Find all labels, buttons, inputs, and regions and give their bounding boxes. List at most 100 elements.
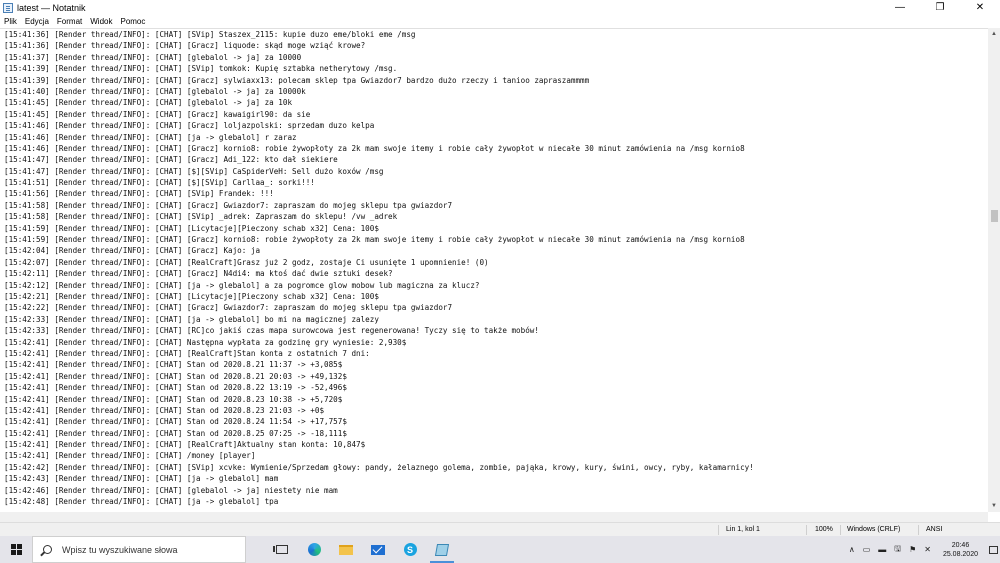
text-editor-area[interactable]: [15:41:36] [Render thread/INFO]: [CHAT] … <box>0 28 988 513</box>
log-line: [15:41:56] [Render thread/INFO]: [CHAT] … <box>4 189 274 199</box>
log-line: [15:42:33] [Render thread/INFO]: [CHAT] … <box>4 314 379 324</box>
taskbar-notepad[interactable] <box>426 536 458 563</box>
task-view-icon <box>273 545 288 554</box>
cursor-position: Lin 1, kol 1 <box>726 526 760 533</box>
log-line: [15:41:36] [Render thread/INFO]: [CHAT] … <box>4 41 366 51</box>
vertical-scrollbar[interactable]: ▲ ▼ <box>988 28 1000 512</box>
tray-app-icon[interactable]: ▭ <box>863 545 871 554</box>
scrollbar-thumb[interactable] <box>991 210 998 222</box>
menu-format[interactable]: Format <box>53 17 86 26</box>
encoding: ANSI <box>926 526 943 533</box>
notepad-icon <box>3 2 13 13</box>
start-button[interactable] <box>0 536 32 563</box>
menu-bar: Plik Edycja Format Widok Pomoc <box>0 15 1000 28</box>
mail-icon <box>371 544 385 555</box>
log-line: [15:41:46] [Render thread/INFO]: [CHAT] … <box>4 143 745 153</box>
log-line: [15:41:58] [Render thread/INFO]: [CHAT] … <box>4 212 398 222</box>
search-placeholder: Wpisz tu wyszukiwane słowa <box>62 544 178 555</box>
close-button[interactable]: ✕ <box>960 0 1000 15</box>
taskbar: Wpisz tu wyszukiwane słowa S ∧ ▭ ▬ 🖫 ⚑ ✕… <box>0 536 1000 563</box>
log-line: [15:41:45] [Render thread/INFO]: [CHAT] … <box>4 109 311 119</box>
menu-pomoc[interactable]: Pomoc <box>116 17 149 26</box>
maximize-button[interactable]: ❐ <box>920 0 960 15</box>
status-separator <box>918 525 919 535</box>
log-line: [15:42:11] [Render thread/INFO]: [CHAT] … <box>4 269 393 279</box>
log-line: [15:41:45] [Render thread/INFO]: [CHAT] … <box>4 98 293 108</box>
log-line: [15:41:40] [Render thread/INFO]: [CHAT] … <box>4 86 306 96</box>
log-line: [15:42:41] [Render thread/INFO]: [CHAT] … <box>4 440 366 450</box>
file-explorer-icon <box>339 544 353 555</box>
log-line: [15:42:41] [Render thread/INFO]: [CHAT] … <box>4 428 347 438</box>
clock-date: 25.08.2020 <box>942 550 978 558</box>
status-bar: Lin 1, kol 1 100% Windows (CRLF) ANSI <box>0 522 1000 537</box>
log-line: [15:41:47] [Render thread/INFO]: [CHAT] … <box>4 155 338 165</box>
log-line: [15:41:39] [Render thread/INFO]: [CHAT] … <box>4 64 398 74</box>
title-bar: latest — Notatnik — ❐ ✕ <box>0 0 1000 15</box>
horizontal-scrollbar[interactable] <box>0 512 988 522</box>
log-line: [15:42:04] [Render thread/INFO]: [CHAT] … <box>4 246 261 256</box>
edge-browser-icon <box>307 543 321 556</box>
log-line: [15:42:41] [Render thread/INFO]: [CHAT] … <box>4 451 256 461</box>
window-title: latest — Notatnik <box>17 2 86 13</box>
tray-chevron-icon[interactable]: ∧ <box>849 545 855 554</box>
log-line: [15:42:41] [Render thread/INFO]: [CHAT] … <box>4 348 370 358</box>
log-line: [15:41:36] [Render thread/INFO]: [CHAT] … <box>4 30 416 39</box>
taskbar-search-box[interactable]: Wpisz tu wyszukiwane słowa <box>32 536 246 563</box>
status-separator <box>840 525 841 535</box>
log-line: [15:41:37] [Render thread/INFO]: [CHAT] … <box>4 52 302 62</box>
log-line: [15:41:47] [Render thread/INFO]: [CHAT] … <box>4 166 384 176</box>
log-line: [15:42:43] [Render thread/INFO]: [CHAT] … <box>4 474 279 484</box>
clock-time: 20:46 <box>951 541 970 549</box>
network-icon[interactable]: 🖫 <box>894 543 901 557</box>
taskbar-edge[interactable] <box>298 536 330 563</box>
status-separator <box>806 525 807 535</box>
taskbar-skype[interactable]: S <box>394 536 426 563</box>
task-view-button[interactable] <box>266 536 298 563</box>
scroll-down-arrow-icon[interactable]: ▼ <box>988 500 1000 512</box>
log-line: [15:41:46] [Render thread/INFO]: [CHAT] … <box>4 132 297 142</box>
scroll-up-arrow-icon[interactable]: ▲ <box>988 28 1000 40</box>
log-line: [15:42:41] [Render thread/INFO]: [CHAT] … <box>4 417 347 427</box>
log-line: [15:42:41] [Render thread/INFO]: [CHAT] … <box>4 360 343 370</box>
log-line: [15:41:39] [Render thread/INFO]: [CHAT] … <box>4 75 590 85</box>
log-line: [15:42:41] [Render thread/INFO]: [CHAT] … <box>4 405 325 415</box>
zoom-level: 100% <box>815 526 833 533</box>
menu-edycja[interactable]: Edycja <box>21 17 53 26</box>
menu-plik[interactable]: Plik <box>0 17 21 26</box>
log-line: [15:41:46] [Render thread/INFO]: [CHAT] … <box>4 121 375 131</box>
minimize-button[interactable]: — <box>880 0 920 15</box>
taskbar-mail[interactable] <box>362 536 394 563</box>
skype-icon: S <box>403 543 417 556</box>
log-line: [15:42:21] [Render thread/INFO]: [CHAT] … <box>4 291 379 301</box>
log-line: [15:42:41] [Render thread/INFO]: [CHAT] … <box>4 337 407 347</box>
status-separator <box>718 525 719 535</box>
system-tray: ∧ ▭ ▬ 🖫 ⚑ ✕ 20:46 25.08.2020 <box>845 536 1000 563</box>
notification-icon <box>988 545 998 554</box>
log-line: [15:42:41] [Render thread/INFO]: [CHAT] … <box>4 383 347 393</box>
volume-muted-icon[interactable]: ✕ <box>924 545 931 554</box>
log-line: [15:41:59] [Render thread/INFO]: [CHAT] … <box>4 223 379 233</box>
taskbar-explorer[interactable] <box>330 536 362 563</box>
log-line: [15:42:41] [Render thread/INFO]: [CHAT] … <box>4 394 343 404</box>
action-center-button[interactable] <box>986 536 1000 563</box>
battery-icon[interactable]: ▬ <box>878 545 886 554</box>
log-line: [15:42:42] [Render thread/INFO]: [CHAT] … <box>4 462 754 472</box>
notepad-taskbar-icon <box>434 543 450 556</box>
log-line: [15:41:51] [Render thread/INFO]: [CHAT] … <box>4 178 315 188</box>
log-line: [15:41:59] [Render thread/INFO]: [CHAT] … <box>4 235 745 245</box>
log-line: [15:42:41] [Render thread/INFO]: [CHAT] … <box>4 371 347 381</box>
log-line: [15:42:22] [Render thread/INFO]: [CHAT] … <box>4 303 453 313</box>
log-line: [15:41:58] [Render thread/INFO]: [CHAT] … <box>4 200 453 210</box>
line-ending: Windows (CRLF) <box>847 526 901 533</box>
log-line: [15:42:12] [Render thread/INFO]: [CHAT] … <box>4 280 480 290</box>
log-line: [15:42:07] [Render thread/INFO]: [CHAT] … <box>4 257 489 267</box>
search-icon <box>43 545 52 554</box>
log-line: [15:42:46] [Render thread/INFO]: [CHAT] … <box>4 485 338 495</box>
menu-widok[interactable]: Widok <box>86 17 116 26</box>
flag-icon[interactable]: ⚑ <box>909 545 916 554</box>
window-controls: — ❐ ✕ <box>880 0 1000 15</box>
clock[interactable]: 20:46 25.08.2020 <box>943 541 978 559</box>
log-line: [15:42:33] [Render thread/INFO]: [CHAT] … <box>4 326 539 336</box>
windows-logo-icon <box>10 544 22 555</box>
log-line: [15:42:48] [Render thread/INFO]: [CHAT] … <box>4 497 279 507</box>
